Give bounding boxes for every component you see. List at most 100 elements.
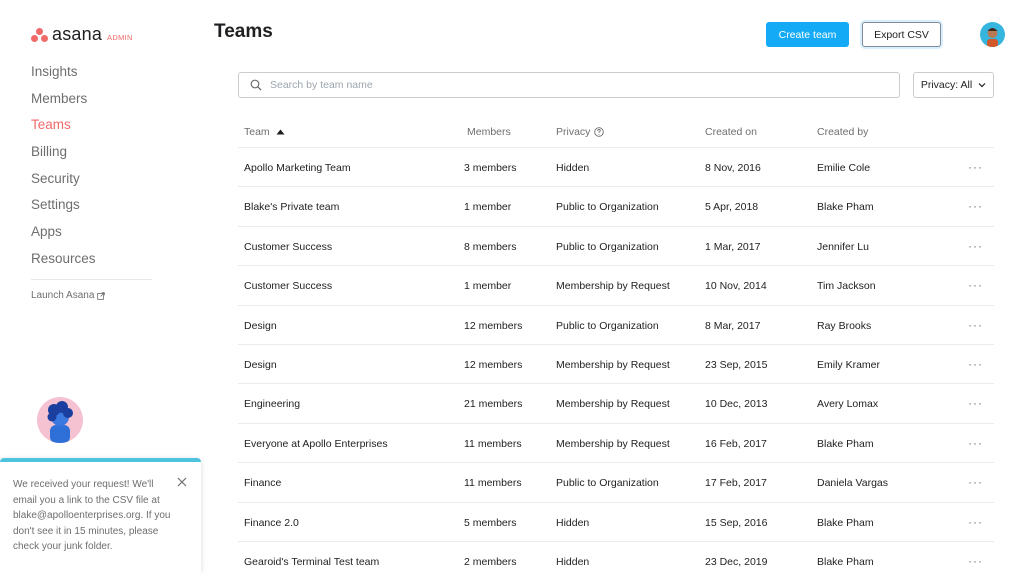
- more-options-icon[interactable]: ···: [968, 160, 983, 174]
- column-header-privacy[interactable]: Privacy: [556, 126, 605, 138]
- sidebar-item-resources[interactable]: Resources: [31, 249, 96, 276]
- created-by-cell: Blake Pham: [817, 201, 874, 214]
- members-cell: 12 members: [464, 319, 523, 332]
- column-header-created-by[interactable]: Created by: [817, 126, 868, 138]
- table-row[interactable]: Blake's Private team 1 member Public to Or…: [238, 187, 994, 227]
- sidebar-item-billing[interactable]: Billing: [31, 142, 96, 169]
- table-row[interactable]: Design 12 members Membership by Request 23 …: [238, 345, 994, 385]
- members-cell: 2 members: [464, 555, 517, 568]
- column-header-created-on[interactable]: Created on: [705, 126, 757, 138]
- privacy-cell: Membership by Request: [556, 437, 670, 450]
- more-options-icon[interactable]: ···: [968, 554, 983, 568]
- created-on-cell: 15 Sep, 2016: [705, 516, 768, 529]
- table-header: Team Members Privacy Created on Created …: [238, 118, 994, 148]
- more-options-icon[interactable]: ···: [968, 357, 983, 371]
- table-row[interactable]: Engineering 21 members Membership by Reque…: [238, 384, 994, 424]
- team-name-cell[interactable]: Finance 2.0: [244, 517, 299, 529]
- page-title: Teams: [214, 21, 273, 42]
- sidebar-item-apps[interactable]: Apps: [31, 222, 96, 249]
- toast-progress-bar: [0, 458, 201, 462]
- table-row[interactable]: Apollo Marketing Team 3 members Hidden 8 No…: [238, 148, 994, 188]
- created-by-cell: Blake Pham: [817, 437, 874, 450]
- column-header-team[interactable]: Team: [244, 126, 285, 138]
- team-name-cell[interactable]: Customer Success: [244, 280, 332, 292]
- created-by-cell: Emilie Cole: [817, 162, 871, 174]
- search-icon: [250, 79, 262, 91]
- table-row[interactable]: Finance 11 members Public to Organization 1…: [238, 463, 994, 503]
- team-name-cell[interactable]: Finance: [244, 477, 281, 489]
- launch-asana-link[interactable]: Launch Asana: [31, 290, 106, 301]
- created-on-cell: 8 Nov, 2016: [705, 162, 761, 174]
- sidebar-item-insights[interactable]: Insights: [31, 62, 96, 89]
- privacy-filter-label: Privacy: All: [920, 79, 973, 91]
- privacy-cell: Public to Organization: [556, 240, 659, 253]
- external-link-icon: [97, 291, 106, 300]
- column-header-members[interactable]: Members: [467, 126, 511, 138]
- sidebar-divider: [31, 279, 152, 280]
- created-on-cell: 10 Dec, 2013: [705, 398, 768, 411]
- admin-badge: ADMIN: [107, 32, 133, 42]
- column-header-privacy-label: Privacy: [556, 126, 591, 138]
- sidebar-item-members[interactable]: Members: [31, 89, 96, 116]
- search-input[interactable]: [270, 79, 870, 91]
- more-options-icon[interactable]: ···: [968, 436, 983, 450]
- members-cell: 1 member: [464, 280, 512, 293]
- team-name-cell[interactable]: Design: [244, 359, 277, 371]
- members-cell: 5 members: [464, 516, 517, 529]
- asana-logo[interactable]: asana ADMIN: [31, 24, 133, 45]
- privacy-cell: Public to Organization: [556, 201, 659, 214]
- more-options-icon[interactable]: ···: [968, 199, 983, 213]
- table-row[interactable]: Customer Success 1 member Membership by Re…: [238, 266, 994, 306]
- members-cell: 8 members: [464, 240, 517, 253]
- logo-wordmark: asana: [52, 24, 103, 44]
- created-on-cell: 23 Sep, 2015: [705, 358, 768, 371]
- privacy-cell: Membership by Request: [556, 358, 670, 371]
- members-cell: 12 members: [464, 358, 523, 371]
- table-row[interactable]: Gearoid's Terminal Test team 2 members Hid…: [238, 542, 994, 573]
- chevron-down-icon: [978, 83, 986, 88]
- team-name-cell[interactable]: Gearoid's Terminal Test team: [244, 556, 379, 568]
- created-by-cell: Tim Jackson: [817, 280, 876, 293]
- more-options-icon[interactable]: ···: [968, 239, 983, 253]
- created-on-cell: 23 Dec, 2019: [705, 555, 768, 568]
- team-name-cell[interactable]: Customer Success: [244, 241, 332, 253]
- table-row[interactable]: Customer Success 8 members Public to Organ…: [238, 227, 994, 267]
- privacy-filter-dropdown[interactable]: Privacy: All: [913, 72, 994, 98]
- create-team-button[interactable]: Create team: [766, 22, 849, 47]
- team-name-cell[interactable]: Engineering: [244, 398, 300, 410]
- created-by-cell: Daniela Vargas: [817, 477, 889, 490]
- table-row[interactable]: Finance 2.0 5 members Hidden 15 Sep, 2016 Bl…: [238, 503, 994, 542]
- table-body: Apollo Marketing Team 3 members Hidden 8 No…: [238, 148, 994, 573]
- privacy-cell: Hidden: [556, 516, 590, 529]
- members-cell: 3 members: [464, 162, 517, 174]
- more-options-icon[interactable]: ···: [968, 515, 983, 529]
- privacy-cell: Membership by Request: [556, 398, 670, 411]
- created-by-cell: Blake Pham: [817, 516, 874, 529]
- team-name-cell[interactable]: Design: [244, 320, 277, 332]
- table-row[interactable]: Everyone at Apollo Enterprises 11 members…: [238, 424, 994, 464]
- more-options-icon[interactable]: ···: [968, 396, 983, 410]
- search-box[interactable]: [238, 72, 900, 98]
- launch-asana-label: Launch Asana: [31, 290, 95, 301]
- sidebar-item-teams[interactable]: Teams: [31, 115, 96, 142]
- close-icon[interactable]: [176, 476, 188, 488]
- team-name-cell[interactable]: Blake's Private team: [244, 201, 339, 213]
- privacy-cell: Membership by Request: [556, 280, 670, 293]
- sidebar-item-settings[interactable]: Settings: [31, 195, 96, 222]
- privacy-cell: Public to Organization: [556, 319, 659, 332]
- more-options-icon[interactable]: ···: [968, 475, 983, 489]
- team-name-cell[interactable]: Apollo Marketing Team: [244, 162, 351, 174]
- team-name-cell[interactable]: Everyone at Apollo Enterprises: [244, 438, 388, 450]
- user-avatar-illustration: [37, 397, 83, 443]
- more-options-icon[interactable]: ···: [968, 278, 983, 292]
- info-icon[interactable]: [594, 127, 605, 137]
- export-csv-button[interactable]: Export CSV: [862, 22, 941, 47]
- sidebar-nav: Insights Members Teams Billing Security Setti…: [31, 62, 96, 276]
- avatar[interactable]: [980, 22, 1005, 47]
- more-options-icon[interactable]: ···: [968, 318, 983, 332]
- csv-export-toast: We received your request! We'll email yo…: [0, 458, 201, 573]
- created-by-cell: Avery Lomax: [817, 398, 879, 411]
- table-row[interactable]: Design 12 members Public to Organization 8 …: [238, 306, 994, 345]
- created-on-cell: 10 Nov, 2014: [705, 280, 767, 293]
- sidebar-item-security[interactable]: Security: [31, 169, 96, 196]
